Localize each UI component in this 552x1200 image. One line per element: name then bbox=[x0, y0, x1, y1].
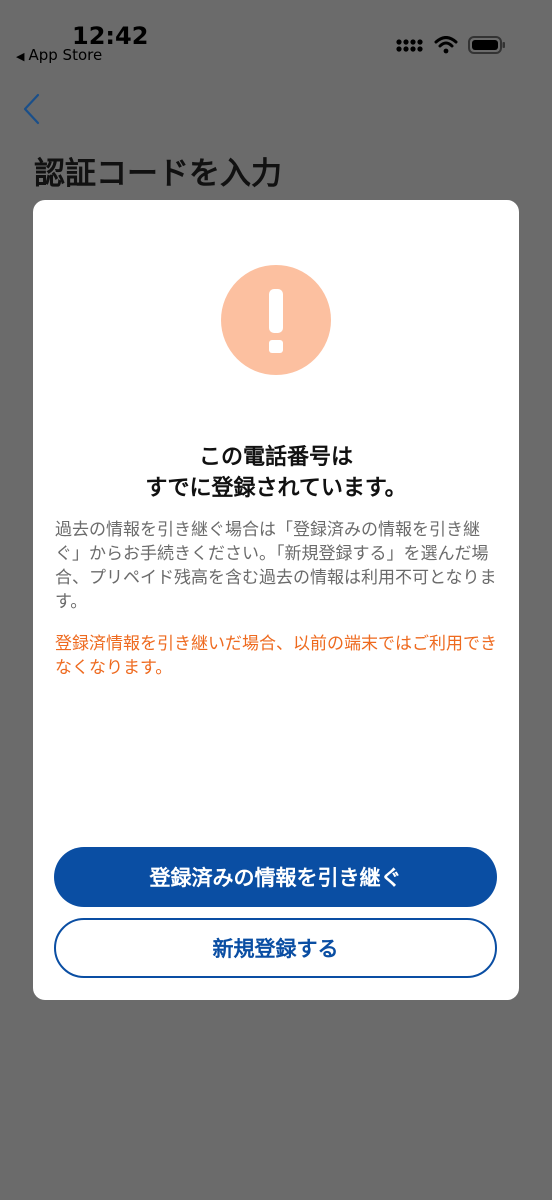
new-registration-button[interactable]: 新規登録する bbox=[54, 918, 497, 978]
dialog-title-line2: すでに登録されています。 bbox=[145, 476, 407, 501]
status-icons bbox=[396, 36, 506, 54]
nav-back-button[interactable] bbox=[20, 92, 44, 126]
back-app-label: App Store bbox=[28, 46, 103, 64]
dialog-warning-text: 登録済情報を引き継いだ場合、以前の端末ではご利用できなくなります。 bbox=[55, 634, 497, 678]
page-title: 認証コードを入力 bbox=[34, 156, 282, 192]
dialog-title: この電話番号は すでに登録されています。 bbox=[33, 442, 519, 504]
dialog-title-line1: この電話番号は bbox=[198, 445, 353, 470]
exclamation-icon bbox=[221, 265, 331, 375]
dialog-body-text: 過去の情報を引き継ぐ場合は「登録済みの情報を引き継ぐ」からお手続きください。「新… bbox=[55, 520, 497, 612]
wifi-icon bbox=[434, 36, 458, 54]
back-to-app-store[interactable]: ◀ App Store bbox=[16, 46, 102, 64]
back-triangle-icon: ◀ bbox=[16, 50, 25, 63]
already-registered-dialog: この電話番号は すでに登録されています。 過去の情報を引き継ぐ場合は「登録済みの… bbox=[33, 200, 519, 1000]
transfer-registered-info-button[interactable]: 登録済みの情報を引き継ぐ bbox=[54, 847, 497, 907]
battery-icon bbox=[468, 36, 505, 54]
chevron-left-icon bbox=[23, 93, 40, 125]
signal-icon bbox=[396, 39, 423, 52]
status-bar: 12:42 ◀ App Store bbox=[0, 0, 552, 70]
